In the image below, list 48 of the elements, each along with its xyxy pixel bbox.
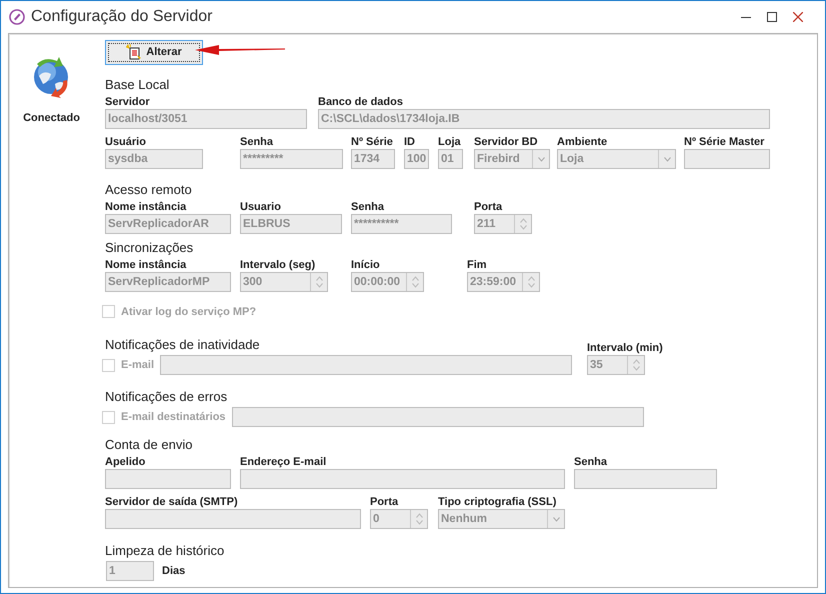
- field-label: Nº Série Master: [684, 135, 764, 149]
- close-icon[interactable]: [793, 12, 803, 22]
- field-label: Intervalo (seg): [240, 258, 316, 272]
- field-label: Nº Série: [351, 135, 393, 149]
- field-label: Nome instância: [105, 258, 186, 272]
- field-label: Início: [351, 258, 380, 272]
- connection-status: Conectado: [23, 112, 80, 124]
- field-label: Tipo criptografia (SSL): [438, 495, 556, 509]
- field-label: Servidor: [105, 95, 150, 109]
- up-down-arrows-icon[interactable]: [416, 513, 422, 525]
- field-label: Senha: [351, 200, 384, 214]
- section-title: Acesso remoto: [104, 182, 192, 198]
- unit-label: Dias: [162, 565, 186, 577]
- field-label: Porta: [474, 200, 502, 214]
- chevron-icon: [552, 516, 560, 522]
- up-down-arrows-icon[interactable]: [520, 218, 526, 230]
- edit-document-icon: [126, 44, 142, 60]
- field-label: Endereço E-mail: [240, 455, 326, 469]
- field-label: Servidor de saída (SMTP): [105, 495, 238, 509]
- up-down-arrows-icon[interactable]: [528, 276, 534, 288]
- field-label: Intervalo (min): [587, 341, 663, 355]
- field-label: Loja: [438, 135, 461, 149]
- section-title: Notificações de erros: [104, 389, 228, 405]
- field-label: ID: [404, 135, 415, 149]
- field-label: Usuario: [240, 200, 281, 214]
- section-title: Sincronizações: [104, 240, 194, 256]
- field-label: Fim: [467, 258, 487, 272]
- up-down-arrows-icon[interactable]: [316, 276, 322, 288]
- section-title: Notificações de inatividade: [104, 337, 260, 353]
- section-title: Base Local: [104, 77, 170, 93]
- field-label: Nome instância: [105, 200, 186, 214]
- up-down-arrows-icon[interactable]: [412, 276, 418, 288]
- field-label: Senha: [240, 135, 274, 149]
- chevron-icon: [538, 156, 544, 162]
- field-label: Porta: [370, 495, 398, 509]
- field-label: Apelido: [105, 455, 146, 469]
- section-title: Limpeza de histórico: [104, 543, 224, 559]
- maximize-icon[interactable]: [767, 12, 777, 22]
- section-title: Conta de envio: [104, 437, 192, 453]
- field-label: Servidor BD: [474, 135, 538, 149]
- up-down-arrows-icon[interactable]: [632, 359, 640, 371]
- field-label: Senha: [574, 455, 608, 469]
- app-icon: [9, 9, 25, 25]
- window-title: Configuração do Servidor: [31, 8, 212, 26]
- field-label: Usuário: [105, 135, 146, 149]
- field-label: Banco de dados: [318, 95, 403, 109]
- chevron-icon: [664, 156, 670, 162]
- field-label: Ambiente: [557, 135, 608, 149]
